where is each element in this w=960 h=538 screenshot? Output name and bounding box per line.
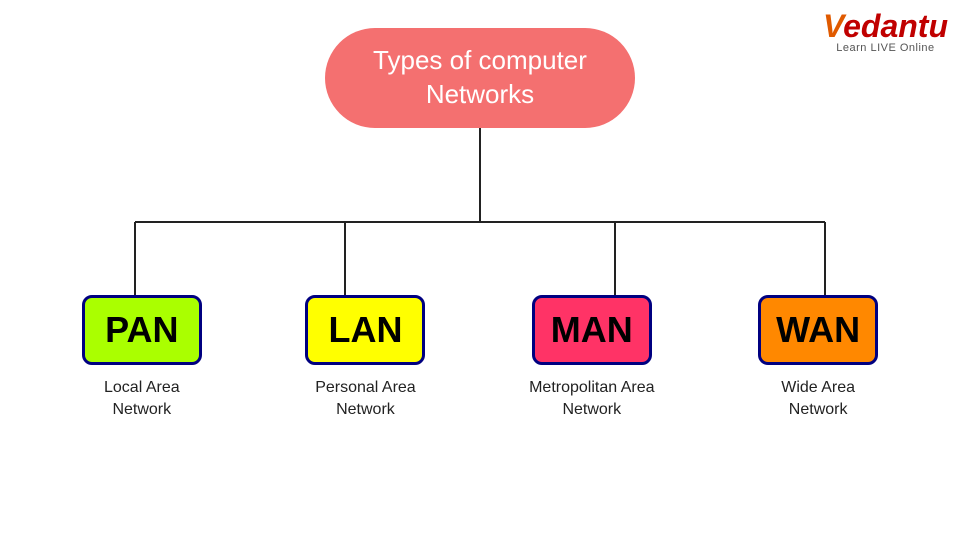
man-group: MAN Metropolitan Area Network	[529, 295, 654, 422]
pan-group: PAN Local Area Network	[82, 295, 202, 422]
man-node: MAN	[532, 295, 652, 365]
wan-label: Wide Area Network	[781, 377, 855, 422]
vedantu-logo: Vedantu Learn LIVE Online	[823, 10, 948, 54]
lan-group: LAN Personal Area Network	[305, 295, 425, 422]
root-node-text: Types of computer Networks	[373, 44, 587, 112]
root-node: Types of computer Networks	[325, 28, 635, 128]
wan-node: WAN	[758, 295, 878, 365]
logo-tagline: Learn LIVE Online	[836, 42, 934, 54]
logo-brand-text: Vedantu	[823, 10, 948, 42]
pan-label: Local Area Network	[104, 377, 180, 422]
diagram-container: Vedantu Learn LIVE Online Types of compu…	[0, 0, 960, 538]
pan-node: PAN	[82, 295, 202, 365]
wan-group: WAN Wide Area Network	[758, 295, 878, 422]
lan-label: Personal Area Network	[315, 377, 416, 422]
children-row: PAN Local Area Network LAN Personal Area…	[0, 295, 960, 422]
lan-node: LAN	[305, 295, 425, 365]
man-label: Metropolitan Area Network	[529, 377, 654, 422]
